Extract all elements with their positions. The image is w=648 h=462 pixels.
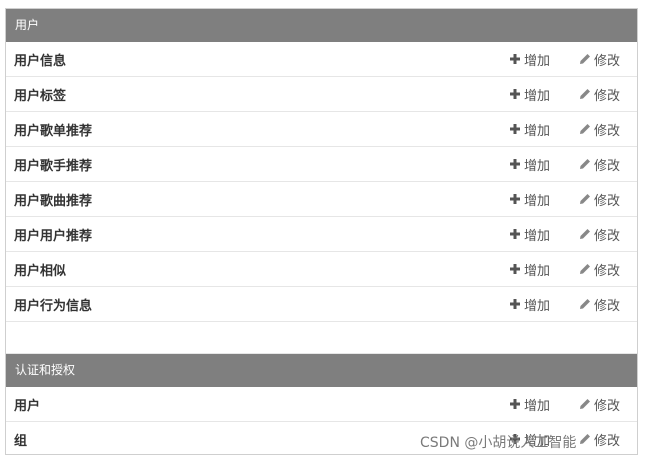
- plus-icon: [509, 53, 521, 65]
- add-link[interactable]: 增加: [509, 85, 550, 104]
- add-label: 增加: [524, 123, 551, 139]
- add-label: 增加: [524, 298, 551, 314]
- change-label: 修改: [594, 298, 621, 314]
- pencil-icon: [579, 158, 591, 170]
- watermark-text: CSDN @小胡说人工智能: [420, 435, 577, 451]
- plus-icon: [509, 123, 521, 135]
- change-link[interactable]: 修改: [579, 395, 620, 414]
- plus-icon: [509, 193, 521, 205]
- add-link[interactable]: 增加: [509, 190, 550, 209]
- plus-icon: [509, 398, 521, 410]
- pencil-icon: [579, 53, 591, 65]
- change-link[interactable]: 修改: [579, 190, 620, 209]
- pencil-icon: [579, 123, 591, 135]
- module-header[interactable]: 用户: [6, 9, 637, 42]
- add-link[interactable]: 增加: [509, 295, 550, 314]
- table-row: 用户标签 增加 修改: [6, 77, 637, 112]
- pencil-icon: [579, 398, 591, 410]
- change-link[interactable]: 修改: [579, 225, 620, 244]
- add-link[interactable]: 增加: [509, 260, 550, 279]
- plus-icon: [509, 298, 521, 310]
- table-row: 用户 增加 修改: [6, 387, 637, 422]
- pencil-icon: [579, 298, 591, 310]
- pencil-icon: [579, 88, 591, 100]
- pencil-icon: [579, 228, 591, 240]
- add-link[interactable]: 增加: [509, 225, 550, 244]
- change-link[interactable]: 修改: [579, 295, 620, 314]
- module-header[interactable]: 认证和授权: [6, 354, 637, 387]
- add-label: 增加: [524, 88, 551, 104]
- module-spacer: [6, 322, 637, 354]
- change-link[interactable]: 修改: [579, 260, 620, 279]
- add-link[interactable]: 增加: [509, 155, 550, 174]
- change-label: 修改: [594, 263, 621, 279]
- plus-icon: [509, 158, 521, 170]
- change-label: 修改: [594, 88, 621, 104]
- change-label: 修改: [594, 53, 621, 69]
- change-label: 修改: [594, 123, 621, 139]
- change-link[interactable]: 修改: [579, 155, 620, 174]
- pencil-icon: [579, 193, 591, 205]
- module-user: 用户 用户信息 增加 修改 用户标签 增加 修改 用户歌单推荐 增加 修改 用户…: [6, 9, 637, 354]
- add-label: 增加: [524, 158, 551, 174]
- change-label: 修改: [594, 398, 621, 414]
- plus-icon: [509, 228, 521, 240]
- change-label: 修改: [594, 228, 621, 244]
- add-label: 增加: [524, 263, 551, 279]
- plus-icon: [509, 263, 521, 275]
- change-link[interactable]: 修改: [579, 85, 620, 104]
- table-row: 用户行为信息 增加 修改: [6, 287, 637, 322]
- add-label: 增加: [524, 228, 551, 244]
- plus-icon: [509, 88, 521, 100]
- add-link[interactable]: 增加: [509, 395, 550, 414]
- table-row: 用户歌曲推荐 增加 修改: [6, 182, 637, 217]
- pencil-icon: [579, 433, 591, 445]
- change-label: 修改: [594, 193, 621, 209]
- change-label: 修改: [594, 433, 621, 449]
- table-row: 用户相似 增加 修改: [6, 252, 637, 287]
- change-link[interactable]: 修改: [579, 430, 620, 449]
- add-link[interactable]: 增加: [509, 50, 550, 69]
- table-row: 用户信息 增加 修改: [6, 42, 637, 77]
- table-row: 用户歌手推荐 增加 修改: [6, 147, 637, 182]
- add-label: 增加: [524, 398, 551, 414]
- add-label: 增加: [524, 53, 551, 69]
- change-link[interactable]: 修改: [579, 50, 620, 69]
- table-row: 用户歌单推荐 增加 修改: [6, 112, 637, 147]
- add-link[interactable]: 增加: [509, 120, 550, 139]
- pencil-icon: [579, 263, 591, 275]
- change-link[interactable]: 修改: [579, 120, 620, 139]
- add-label: 增加: [524, 193, 551, 209]
- admin-panel: 用户 用户信息 增加 修改 用户标签 增加 修改 用户歌单推荐 增加 修改 用户…: [5, 8, 638, 455]
- change-label: 修改: [594, 158, 621, 174]
- table-row: 用户用户推荐 增加 修改: [6, 217, 637, 252]
